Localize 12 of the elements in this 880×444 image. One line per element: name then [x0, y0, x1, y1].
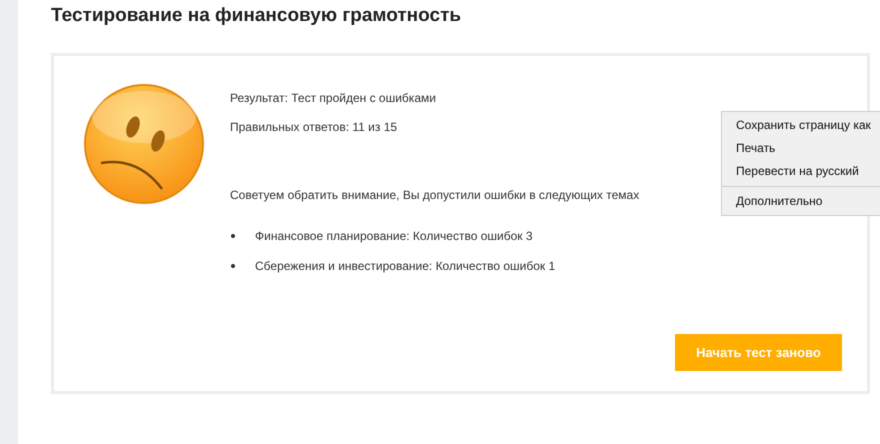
menu-item[interactable]: Печать	[722, 137, 880, 160]
advice-text: Советуем обратить внимание, Вы допустили ошибки в следующих темах	[230, 187, 640, 204]
bullet-icon	[231, 264, 235, 268]
error-topic-text: Сбережения и инвестирование: Количество ошибок 1	[255, 258, 556, 275]
bullet-icon	[231, 234, 235, 238]
menu-item[interactable]: Перевести на русский	[722, 160, 880, 183]
score-text: Правильных ответов: 11 из 15	[230, 119, 398, 136]
error-topic-text: Финансовое планирование: Количество ошибок 3	[255, 228, 533, 245]
page-title: Тестирование на финансовую грамотность	[51, 4, 462, 28]
menu-item[interactable]: Дополнительно	[722, 190, 880, 213]
menu-item[interactable]: Сохранить страницу как	[722, 114, 880, 137]
result-status-text: Результат: Тест пройден с ошибками	[230, 90, 436, 107]
